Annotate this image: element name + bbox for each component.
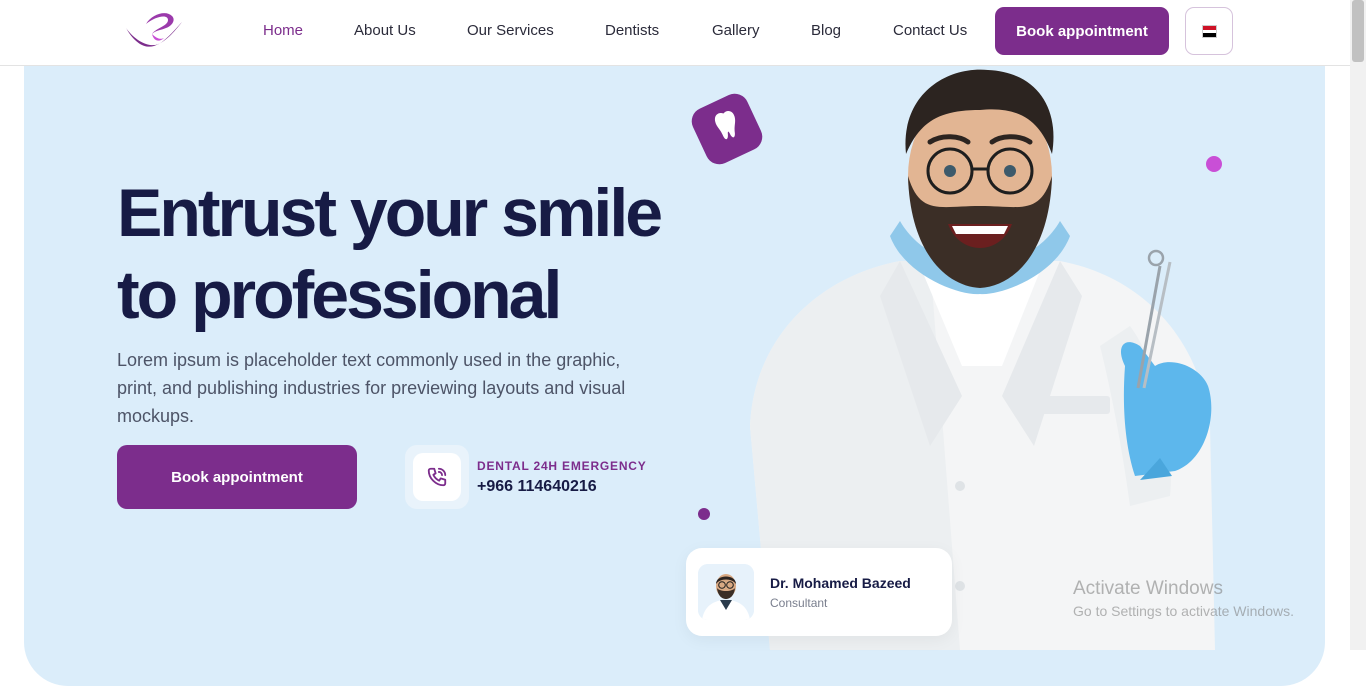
- doctor-info-card[interactable]: Dr. Mohamed Bazeed Consultant: [686, 548, 952, 636]
- page-scrollbar[interactable]: [1350, 0, 1366, 650]
- hero-description: Lorem ipsum is placeholder text commonly…: [117, 350, 626, 426]
- hero-book-appointment-button[interactable]: Book appointment: [117, 445, 357, 509]
- emergency-call-button[interactable]: [405, 445, 469, 509]
- nav-blog-link[interactable]: Blog: [811, 22, 841, 39]
- scrollbar-thumb[interactable]: [1352, 0, 1364, 62]
- decor-dot-pink: [1206, 156, 1222, 172]
- egypt-flag-icon: [1202, 25, 1217, 38]
- hero-title: Entrust your smile to professional: [117, 172, 697, 336]
- emergency-phone-number[interactable]: +966 114640216: [477, 478, 597, 496]
- tooth-badge: [687, 85, 767, 173]
- language-switch-button[interactable]: [1185, 7, 1233, 55]
- hero-title-line-1: Entrust your smile: [117, 175, 663, 251]
- doctor-avatar: [698, 564, 754, 620]
- activate-windows-subtitle: Go to Settings to activate Windows.: [1073, 603, 1294, 619]
- emergency-label: DENTAL 24H EMERGENCY: [477, 459, 647, 473]
- activate-windows-title: Activate Windows: [1073, 578, 1223, 599]
- doctor-role: Consultant: [770, 596, 828, 610]
- nav-gallery-link[interactable]: Gallery: [712, 22, 760, 39]
- nav-book-appointment-button[interactable]: Book appointment: [995, 7, 1169, 55]
- phone-call-icon: [413, 453, 461, 501]
- decor-dot-purple: [698, 508, 710, 520]
- hero-title-line-2: to professional: [117, 257, 562, 333]
- doctor-name: Dr. Mohamed Bazeed: [770, 575, 911, 591]
- logo-icon[interactable]: [122, 8, 186, 54]
- nav-home-link[interactable]: Home: [263, 22, 303, 39]
- nav-about-link[interactable]: About Us: [354, 22, 416, 39]
- nav-services-link[interactable]: Our Services: [467, 22, 554, 39]
- nav-contact-link[interactable]: Contact Us: [893, 22, 967, 39]
- nav-dentists-link[interactable]: Dentists: [605, 22, 659, 39]
- navbar: Home About Us Our Services Dentists Gall…: [0, 0, 1350, 66]
